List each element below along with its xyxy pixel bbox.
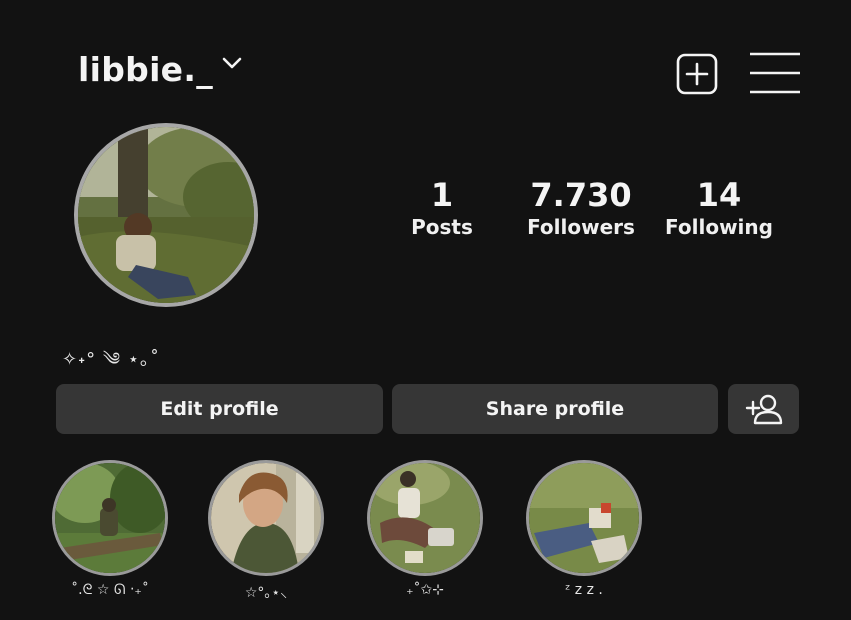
story-highlight[interactable]: ˚.ᘓ ☆ ᘏ ‧₊˚ [52,460,168,598]
menu-icon[interactable] [750,52,800,94]
discover-people-button[interactable] [728,384,799,434]
posts-label: Posts [411,215,473,239]
following-label: Following [665,215,773,239]
highlight-cover [208,460,324,576]
highlight-cover [52,460,168,576]
story-highlight[interactable]: ᶻ z 𝗓 . [526,460,642,598]
highlight-label: ₊˚✩⊹ [406,582,444,598]
profile-avatar[interactable] [74,123,258,307]
bio-text: ✧˖° ༄ ⋆｡˚ [62,349,160,370]
followers-label: Followers [527,215,635,239]
highlight-label: ᶻ z 𝗓 . [565,582,603,598]
posts-count: 1 [430,176,454,214]
avatar-photo [78,127,254,303]
share-profile-button[interactable]: Share profile [392,384,718,434]
username: libbie._ [78,50,213,89]
username-switcher[interactable]: libbie._ [78,50,243,89]
followers-stat[interactable]: 7.730 Followers [516,176,646,240]
story-highlight[interactable]: ₊˚✩⊹ [367,460,483,598]
posts-stat[interactable]: 1 Posts [392,176,492,240]
add-person-icon [745,394,782,425]
chevron-down-icon [222,57,242,68]
highlight-label: ˚.ᘓ ☆ ᘏ ‧₊˚ [71,582,149,598]
following-stat[interactable]: 14 Following [654,176,784,240]
edit-profile-button[interactable]: Edit profile [56,384,383,434]
story-highlight[interactable]: ☆°｡⋆⸜ [208,460,324,602]
share-profile-label: Share profile [485,398,625,420]
highlight-cover [367,460,483,576]
edit-profile-label: Edit profile [160,398,279,420]
new-post-icon[interactable] [676,53,718,95]
highlight-cover [526,460,642,576]
following-count: 14 [696,176,742,214]
highlight-label: ☆°｡⋆⸜ [244,585,288,601]
followers-count: 7.730 [530,176,632,214]
